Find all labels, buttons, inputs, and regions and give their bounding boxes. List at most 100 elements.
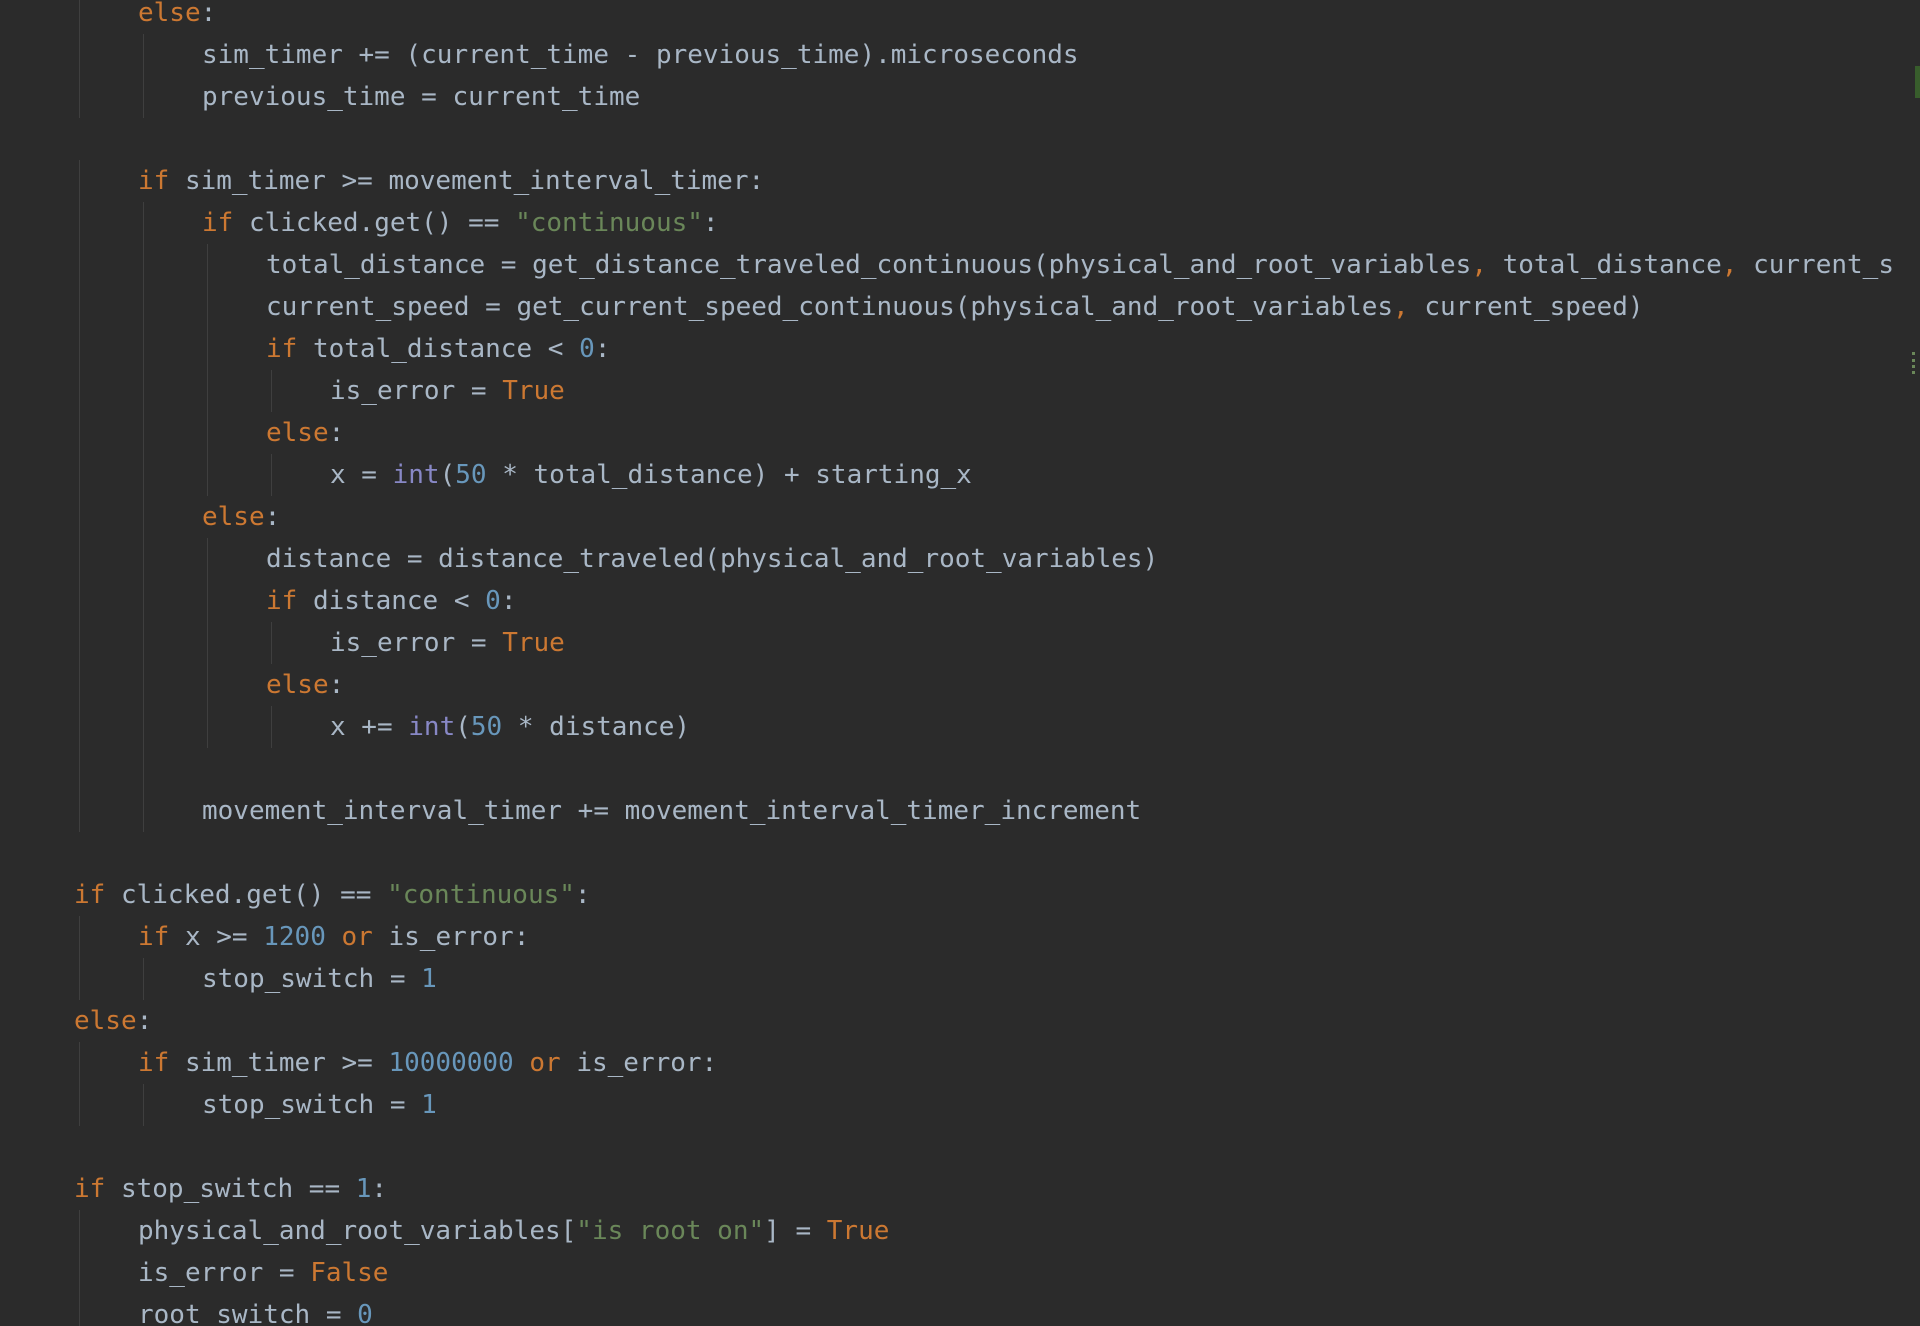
- code-line-content: total_distance = get_distance_traveled_c…: [74, 250, 1894, 280]
- code-line-content: is_error = True: [74, 376, 565, 406]
- code-token: :: [574, 880, 591, 910]
- indent-guide: [143, 496, 144, 538]
- code-line[interactable]: is_error = False: [74, 1252, 1920, 1294]
- code-token: root_switch =: [138, 1300, 358, 1326]
- code-token: sim_timer >=: [169, 1048, 389, 1078]
- code-line[interactable]: total_distance = get_distance_traveled_c…: [74, 244, 1920, 286]
- indent-guide: [207, 244, 208, 286]
- indent-guide: [143, 706, 144, 748]
- indent-guide: [207, 370, 208, 412]
- code-line[interactable]: [74, 832, 1920, 874]
- code-token: sim_timer >= movement_interval_timer:: [169, 166, 765, 196]
- code-line-content: stop_switch = 1: [74, 964, 437, 994]
- code-editor[interactable]: else: sim_timer += (current_time - previo…: [0, 0, 1920, 1326]
- code-token: clicked.get() ==: [233, 208, 516, 238]
- code-line[interactable]: else:: [74, 496, 1920, 538]
- indent-guide: [143, 286, 144, 328]
- code-line[interactable]: if sim_timer >= movement_interval_timer:: [74, 160, 1920, 202]
- code-token: :: [500, 586, 517, 616]
- keyword-token: else: [138, 0, 201, 28]
- code-line[interactable]: x += int(50 * distance): [74, 706, 1920, 748]
- code-line[interactable]: else:: [74, 412, 1920, 454]
- indent-guide: [207, 622, 208, 664]
- code-token: x +=: [330, 712, 409, 742]
- code-line[interactable]: previous_time = current_time: [74, 76, 1920, 118]
- code-line[interactable]: root_switch = 0: [74, 1294, 1920, 1326]
- keyword-token: else: [266, 670, 329, 700]
- indent-guide: [79, 1294, 80, 1326]
- indent-guide: [143, 664, 144, 706]
- indent-guide: [143, 580, 144, 622]
- code-line[interactable]: [74, 1126, 1920, 1168]
- code-line[interactable]: is_error = True: [74, 370, 1920, 412]
- indent-guide: [143, 1084, 144, 1126]
- indent-guide: [79, 622, 80, 664]
- code-line-content: root_switch = 0: [74, 1300, 373, 1326]
- punctuation-token: ,: [1471, 250, 1487, 280]
- code-line-content: if stop_switch == 1:: [74, 1174, 387, 1204]
- indent-guide: [143, 454, 144, 496]
- code-line[interactable]: if sim_timer >= 10000000 or is_error:: [74, 1042, 1920, 1084]
- code-line[interactable]: stop_switch = 1: [74, 958, 1920, 1000]
- code-line[interactable]: if x >= 1200 or is_error:: [74, 916, 1920, 958]
- code-line[interactable]: if clicked.get() == "continuous":: [74, 202, 1920, 244]
- vcs-change-marker[interactable]: [1915, 66, 1920, 98]
- code-line[interactable]: if stop_switch == 1:: [74, 1168, 1920, 1210]
- string-token: "continuous": [515, 208, 703, 238]
- keyword-token: if: [138, 1048, 170, 1078]
- code-line[interactable]: x = int(50 * total_distance) + starting_…: [74, 454, 1920, 496]
- code-line-content: previous_time = current_time: [74, 82, 640, 112]
- code-line-content: else:: [74, 1006, 152, 1036]
- indent-guide: [143, 412, 144, 454]
- code-line[interactable]: if distance < 0:: [74, 580, 1920, 622]
- code-token: :: [371, 1174, 388, 1204]
- inspection-marker[interactable]: [1912, 352, 1918, 374]
- string-token: "is root on": [576, 1216, 765, 1246]
- code-line[interactable]: current_speed = get_current_speed_contin…: [74, 286, 1920, 328]
- code-line[interactable]: sim_timer += (current_time - previous_ti…: [74, 34, 1920, 76]
- indent-guide: [79, 1210, 80, 1252]
- indent-guide: [79, 1042, 80, 1084]
- indent-guide: [207, 706, 208, 748]
- indent-guide: [143, 328, 144, 370]
- code-token: is_error:: [560, 1048, 718, 1078]
- indent-guide: [143, 748, 144, 790]
- code-token: is_error =: [330, 376, 503, 406]
- code-line[interactable]: [74, 748, 1920, 790]
- indent-guide: [79, 34, 80, 76]
- code-line[interactable]: if total_distance < 0:: [74, 328, 1920, 370]
- indent-guide: [271, 622, 272, 664]
- builtin-token: int: [392, 460, 440, 490]
- code-line[interactable]: else:: [74, 0, 1920, 34]
- code-token: clicked.get() ==: [105, 880, 388, 910]
- code-token: stop_switch =: [202, 964, 422, 994]
- code-line[interactable]: movement_interval_timer += movement_inte…: [74, 790, 1920, 832]
- constant-token: False: [310, 1258, 389, 1288]
- indent-guide: [79, 790, 80, 832]
- code-area[interactable]: else: sim_timer += (current_time - previo…: [74, 0, 1920, 1326]
- code-token: total_distance: [1486, 250, 1722, 280]
- number-token: 0: [357, 1300, 373, 1326]
- editor-gutter[interactable]: [0, 0, 24, 1326]
- number-token: 50: [455, 460, 487, 490]
- keyword-token: else: [74, 1006, 137, 1036]
- code-line[interactable]: physical_and_root_variables["is root on"…: [74, 1210, 1920, 1252]
- code-token: :: [264, 502, 281, 532]
- indent-guide: [79, 748, 80, 790]
- constant-token: True: [502, 376, 565, 406]
- code-line[interactable]: distance = distance_traveled(physical_an…: [74, 538, 1920, 580]
- indent-guide: [207, 664, 208, 706]
- indent-guide: [79, 916, 80, 958]
- code-line[interactable]: else:: [74, 1000, 1920, 1042]
- code-line[interactable]: else:: [74, 664, 1920, 706]
- number-token: 50: [470, 712, 503, 742]
- code-line[interactable]: stop_switch = 1: [74, 1084, 1920, 1126]
- code-line[interactable]: is_error = True: [74, 622, 1920, 664]
- code-token: sim_timer += (current_time - previous_ti…: [202, 40, 1079, 70]
- indent-guide: [79, 1252, 80, 1294]
- indent-guide: [143, 790, 144, 832]
- code-line[interactable]: [74, 118, 1920, 160]
- code-line[interactable]: if clicked.get() == "continuous":: [74, 874, 1920, 916]
- indent-guide: [79, 328, 80, 370]
